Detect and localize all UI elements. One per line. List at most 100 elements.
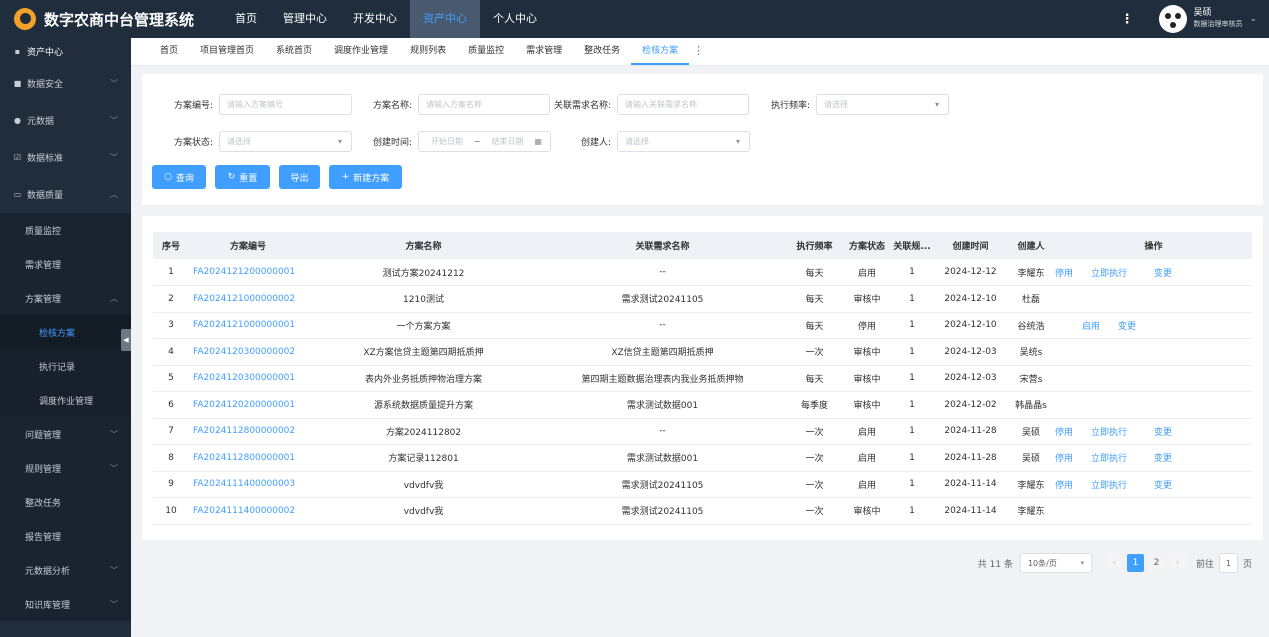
- row-action-link[interactable]: 立即执行: [1091, 428, 1127, 438]
- more-vertical-icon[interactable]: ⋮: [689, 38, 708, 65]
- sidebar-item-metadata[interactable]: ● 元数据 ﹀: [0, 102, 131, 139]
- plan-name-input[interactable]: 请输入方案名称: [418, 94, 550, 115]
- creator-select[interactable]: 请选择 ▾: [617, 131, 750, 152]
- sidebar-item-knowledge[interactable]: 知识库管理 ﹀: [0, 587, 131, 621]
- chevron-down-icon[interactable]: ⌄: [1249, 14, 1257, 24]
- cell-code[interactable]: FA2024112800000002: [189, 418, 307, 445]
- cell-ops: [1055, 338, 1252, 366]
- sidebar-item-label: 规则管理: [25, 464, 62, 475]
- cell-code[interactable]: FA2024120300000002: [189, 338, 307, 366]
- cell-code[interactable]: FA2024111400000002: [189, 497, 307, 525]
- page-size-select[interactable]: 10条/页 ▾: [1019, 553, 1092, 573]
- sidebar-item-requirement[interactable]: 需求管理: [0, 247, 131, 281]
- cell-date: 2024-11-14: [934, 471, 1007, 498]
- row-action-link[interactable]: 变更: [1154, 454, 1172, 464]
- tab-project-home[interactable]: 项目管理首页: [189, 38, 265, 65]
- status-select[interactable]: 请选择 ▾: [219, 131, 352, 152]
- cell-no: 4: [153, 338, 189, 366]
- next-page-icon[interactable]: ›: [1168, 554, 1186, 572]
- sidebar-head-assets[interactable]: ▪ 资产中心: [0, 38, 131, 65]
- prev-page-icon[interactable]: ‹: [1105, 554, 1123, 572]
- creator-placeholder: 请选择: [625, 137, 649, 146]
- goto-page-input[interactable]: 1: [1218, 553, 1238, 573]
- table-header-row: 序号 方案编号 方案名称 关联需求名称 执行频率 方案状态 关联规... 创建时…: [153, 232, 1252, 259]
- cell-date: 2024-11-28: [934, 418, 1007, 445]
- tab-rectify[interactable]: 整改任务: [573, 38, 631, 65]
- cell-rules: 1: [890, 418, 934, 445]
- row-action-link[interactable]: 变更: [1154, 428, 1172, 438]
- topnav-personal[interactable]: 个人中心: [480, 0, 550, 38]
- box-icon: ▭: [13, 190, 22, 199]
- sidebar-item-check-plan[interactable]: 检核方案: [0, 315, 131, 349]
- sidebar-item-rules[interactable]: 规则管理 ﹀: [0, 451, 131, 485]
- chevron-down-icon: ﹀: [110, 116, 118, 125]
- cell-freq: 一次: [785, 471, 844, 498]
- cell-code[interactable]: FA2024121000000002: [189, 285, 307, 313]
- tab-schedule-jobs[interactable]: 调度作业管理: [323, 38, 399, 65]
- page-2[interactable]: 2: [1147, 554, 1165, 572]
- plan-name-field: 方案名称: 请输入方案名称: [360, 94, 550, 115]
- req-name-input[interactable]: 请输入关联需求名称: [617, 94, 749, 115]
- sidebar-item-metadata-analysis[interactable]: 元数据分析 ﹀: [0, 553, 131, 587]
- tab-requirement[interactable]: 需求管理: [515, 38, 573, 65]
- row-action-link[interactable]: 变更: [1118, 322, 1136, 332]
- query-button[interactable]: ○ 查询: [152, 165, 206, 189]
- tab-rule-list[interactable]: 规则列表: [399, 38, 457, 65]
- cell-creator: 谷统浩: [1007, 312, 1055, 339]
- sidebar-item-exec-records[interactable]: 执行记录: [0, 349, 131, 383]
- sidebar-item-rectify[interactable]: 整改任务: [0, 485, 131, 519]
- cell-code[interactable]: FA2024112800000001: [189, 444, 307, 472]
- cell-code[interactable]: FA2024111400000003: [189, 471, 307, 498]
- row-action-link[interactable]: 立即执行: [1091, 481, 1127, 491]
- tab-quality-monitor[interactable]: 质量监控: [457, 38, 515, 65]
- sidebar-item-plan-management[interactable]: 方案管理 ︿: [0, 281, 131, 315]
- row-action-link[interactable]: 变更: [1154, 269, 1172, 279]
- dot-icon: ●: [14, 116, 21, 125]
- avatar[interactable]: [1159, 5, 1188, 33]
- cell-code[interactable]: FA2024120300000001: [189, 365, 307, 392]
- user-info[interactable]: 吴硕 数据治理审核员: [1193, 8, 1242, 30]
- page-1[interactable]: 1: [1126, 554, 1144, 572]
- cell-name: 1210测试: [307, 285, 540, 313]
- row-action-link[interactable]: 停用: [1055, 481, 1073, 491]
- cell-name: 一个方案方案: [307, 312, 540, 339]
- topnav-development[interactable]: 开发中心: [340, 0, 410, 38]
- cell-date: 2024-12-02: [934, 391, 1007, 419]
- reset-button[interactable]: ↻ 重置: [215, 165, 270, 189]
- row-action-link[interactable]: 立即执行: [1091, 269, 1127, 279]
- plan-code-input[interactable]: 请输入方案编号: [219, 94, 352, 115]
- export-button[interactable]: 导出: [279, 165, 320, 189]
- cell-creator: 李耀东: [1007, 259, 1055, 286]
- sidebar-item-data-quality[interactable]: ▭ 数据质量 ︿: [0, 176, 131, 213]
- tab-check-plan[interactable]: 检核方案: [631, 38, 690, 65]
- row-action-link[interactable]: 停用: [1055, 454, 1073, 464]
- sidebar-item-schedule-jobs[interactable]: 调度作业管理: [0, 383, 131, 417]
- cell-ops: 停用 立即执行 变更: [1055, 418, 1252, 445]
- topnav-home[interactable]: 首页: [222, 0, 270, 38]
- sidebar-item-reports[interactable]: 报告管理: [0, 519, 131, 553]
- row-action-link[interactable]: 启用: [1082, 322, 1100, 332]
- topnav-assets[interactable]: 资产中心: [410, 0, 480, 38]
- sidebar-item-data-security[interactable]: ■ 数据安全 ﹀: [0, 65, 131, 102]
- cell-code[interactable]: FA2024120200000001: [189, 391, 307, 419]
- tab-home[interactable]: 首页: [149, 38, 189, 65]
- date-range-picker[interactable]: 开始日期 ~ 结束日期 ▦: [418, 131, 551, 152]
- sidebar-item-quality-monitor[interactable]: 质量监控: [0, 213, 131, 247]
- topnav-management[interactable]: 管理中心: [270, 0, 340, 38]
- row-action-link[interactable]: 变更: [1154, 481, 1172, 491]
- sidebar-item-issues[interactable]: 问题管理 ﹀: [0, 417, 131, 451]
- tab-system-home[interactable]: 系统首页: [265, 38, 323, 65]
- reset-button-label: 重置: [239, 173, 258, 184]
- sidebar-collapse-icon[interactable]: ◀: [121, 329, 131, 351]
- row-action-link[interactable]: 停用: [1055, 428, 1073, 438]
- plus-icon: +: [341, 172, 350, 182]
- cell-code[interactable]: FA2024121000000001: [189, 312, 307, 339]
- new-plan-button[interactable]: + 新建方案: [329, 165, 402, 189]
- cell-code[interactable]: FA2024121200000001: [189, 259, 307, 286]
- row-action-link[interactable]: 停用: [1055, 269, 1073, 279]
- more-vertical-icon[interactable]: ⋮: [1120, 12, 1133, 27]
- cell-creator: 宋营s: [1007, 365, 1055, 392]
- row-action-link[interactable]: 立即执行: [1091, 454, 1127, 464]
- frequency-select[interactable]: 请选择 ▾: [816, 94, 949, 115]
- sidebar-item-data-standard[interactable]: ☑ 数据标准 ﹀: [0, 139, 131, 176]
